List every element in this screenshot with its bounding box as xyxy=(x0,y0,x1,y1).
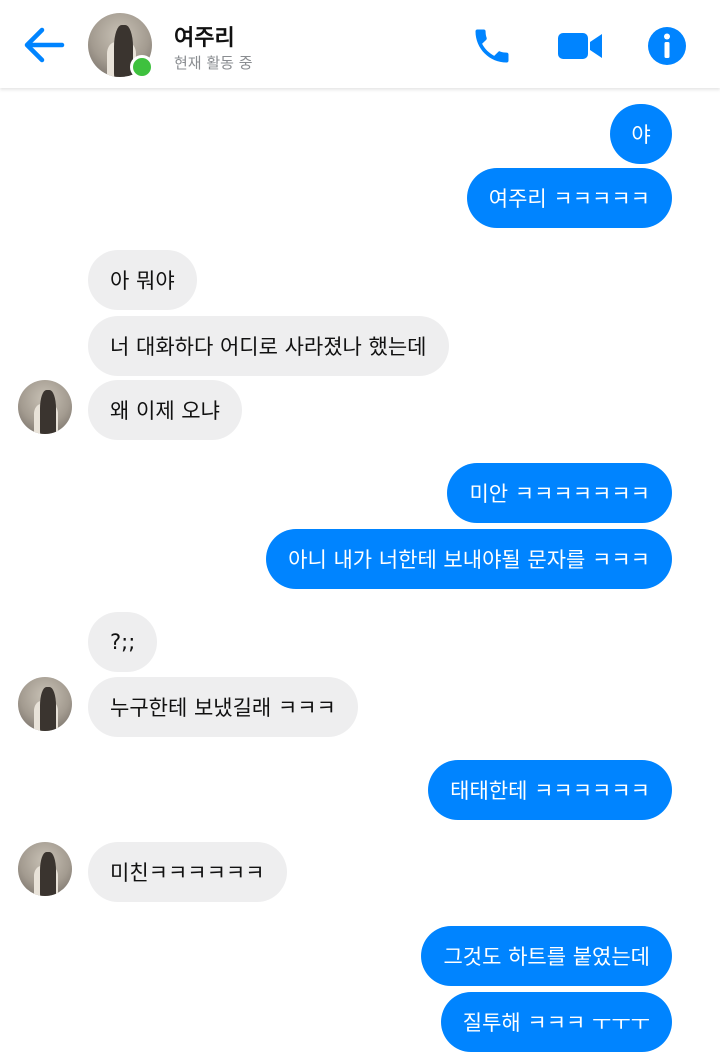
phone-icon xyxy=(475,29,509,63)
sender-avatar[interactable] xyxy=(18,842,72,896)
message-bubble-incoming[interactable]: 너 대화하다 어디로 사라졌나 했는데 xyxy=(88,316,449,376)
message-bubble-outgoing[interactable]: 질투해 ㅋㅋㅋ ㅜㅜㅜ xyxy=(440,992,672,1052)
message-bubble-incoming[interactable]: 누구한테 보냈길래 ㅋㅋㅋ xyxy=(88,677,358,737)
sender-avatar[interactable] xyxy=(18,677,72,731)
message-bubble-outgoing[interactable]: 미안 ㅋㅋㅋㅋㅋㅋㅋ xyxy=(447,463,672,523)
message-bubble-incoming[interactable]: ?;; xyxy=(88,612,158,672)
conversation-info-button[interactable] xyxy=(646,24,688,68)
activity-status: 현재 활동 중 xyxy=(174,54,253,72)
message-bubble-incoming[interactable]: 미친ㅋㅋㅋㅋㅋㅋ xyxy=(88,842,287,902)
back-button[interactable] xyxy=(22,26,66,64)
online-status-indicator xyxy=(130,55,154,79)
sender-avatar[interactable] xyxy=(18,380,72,434)
message-bubble-incoming[interactable]: 아 뭐야 xyxy=(88,250,197,310)
video-call-button[interactable] xyxy=(556,24,604,68)
back-arrow-icon xyxy=(24,27,65,63)
info-icon xyxy=(648,27,686,65)
message-bubble-outgoing[interactable]: 그것도 하트를 붙였는데 xyxy=(421,926,672,986)
message-bubble-outgoing[interactable]: 여주리 ㅋㅋㅋㅋㅋ xyxy=(466,168,672,228)
contact-avatar[interactable] xyxy=(88,13,154,79)
message-bubble-outgoing[interactable]: 야 xyxy=(610,104,672,164)
video-camera-icon xyxy=(558,33,602,59)
message-bubble-incoming[interactable]: 왜 이제 오냐 xyxy=(88,380,242,440)
chat-header: 여주리 현재 활동 중 xyxy=(0,0,720,88)
contact-name[interactable]: 여주리 xyxy=(174,20,235,52)
voice-call-button[interactable] xyxy=(470,24,514,68)
message-bubble-outgoing[interactable]: 아니 내가 너한테 보내야될 문자를 ㅋㅋㅋ xyxy=(266,529,672,589)
message-bubble-outgoing[interactable]: 태태한테 ㅋㅋㅋㅋㅋㅋ xyxy=(428,760,672,820)
